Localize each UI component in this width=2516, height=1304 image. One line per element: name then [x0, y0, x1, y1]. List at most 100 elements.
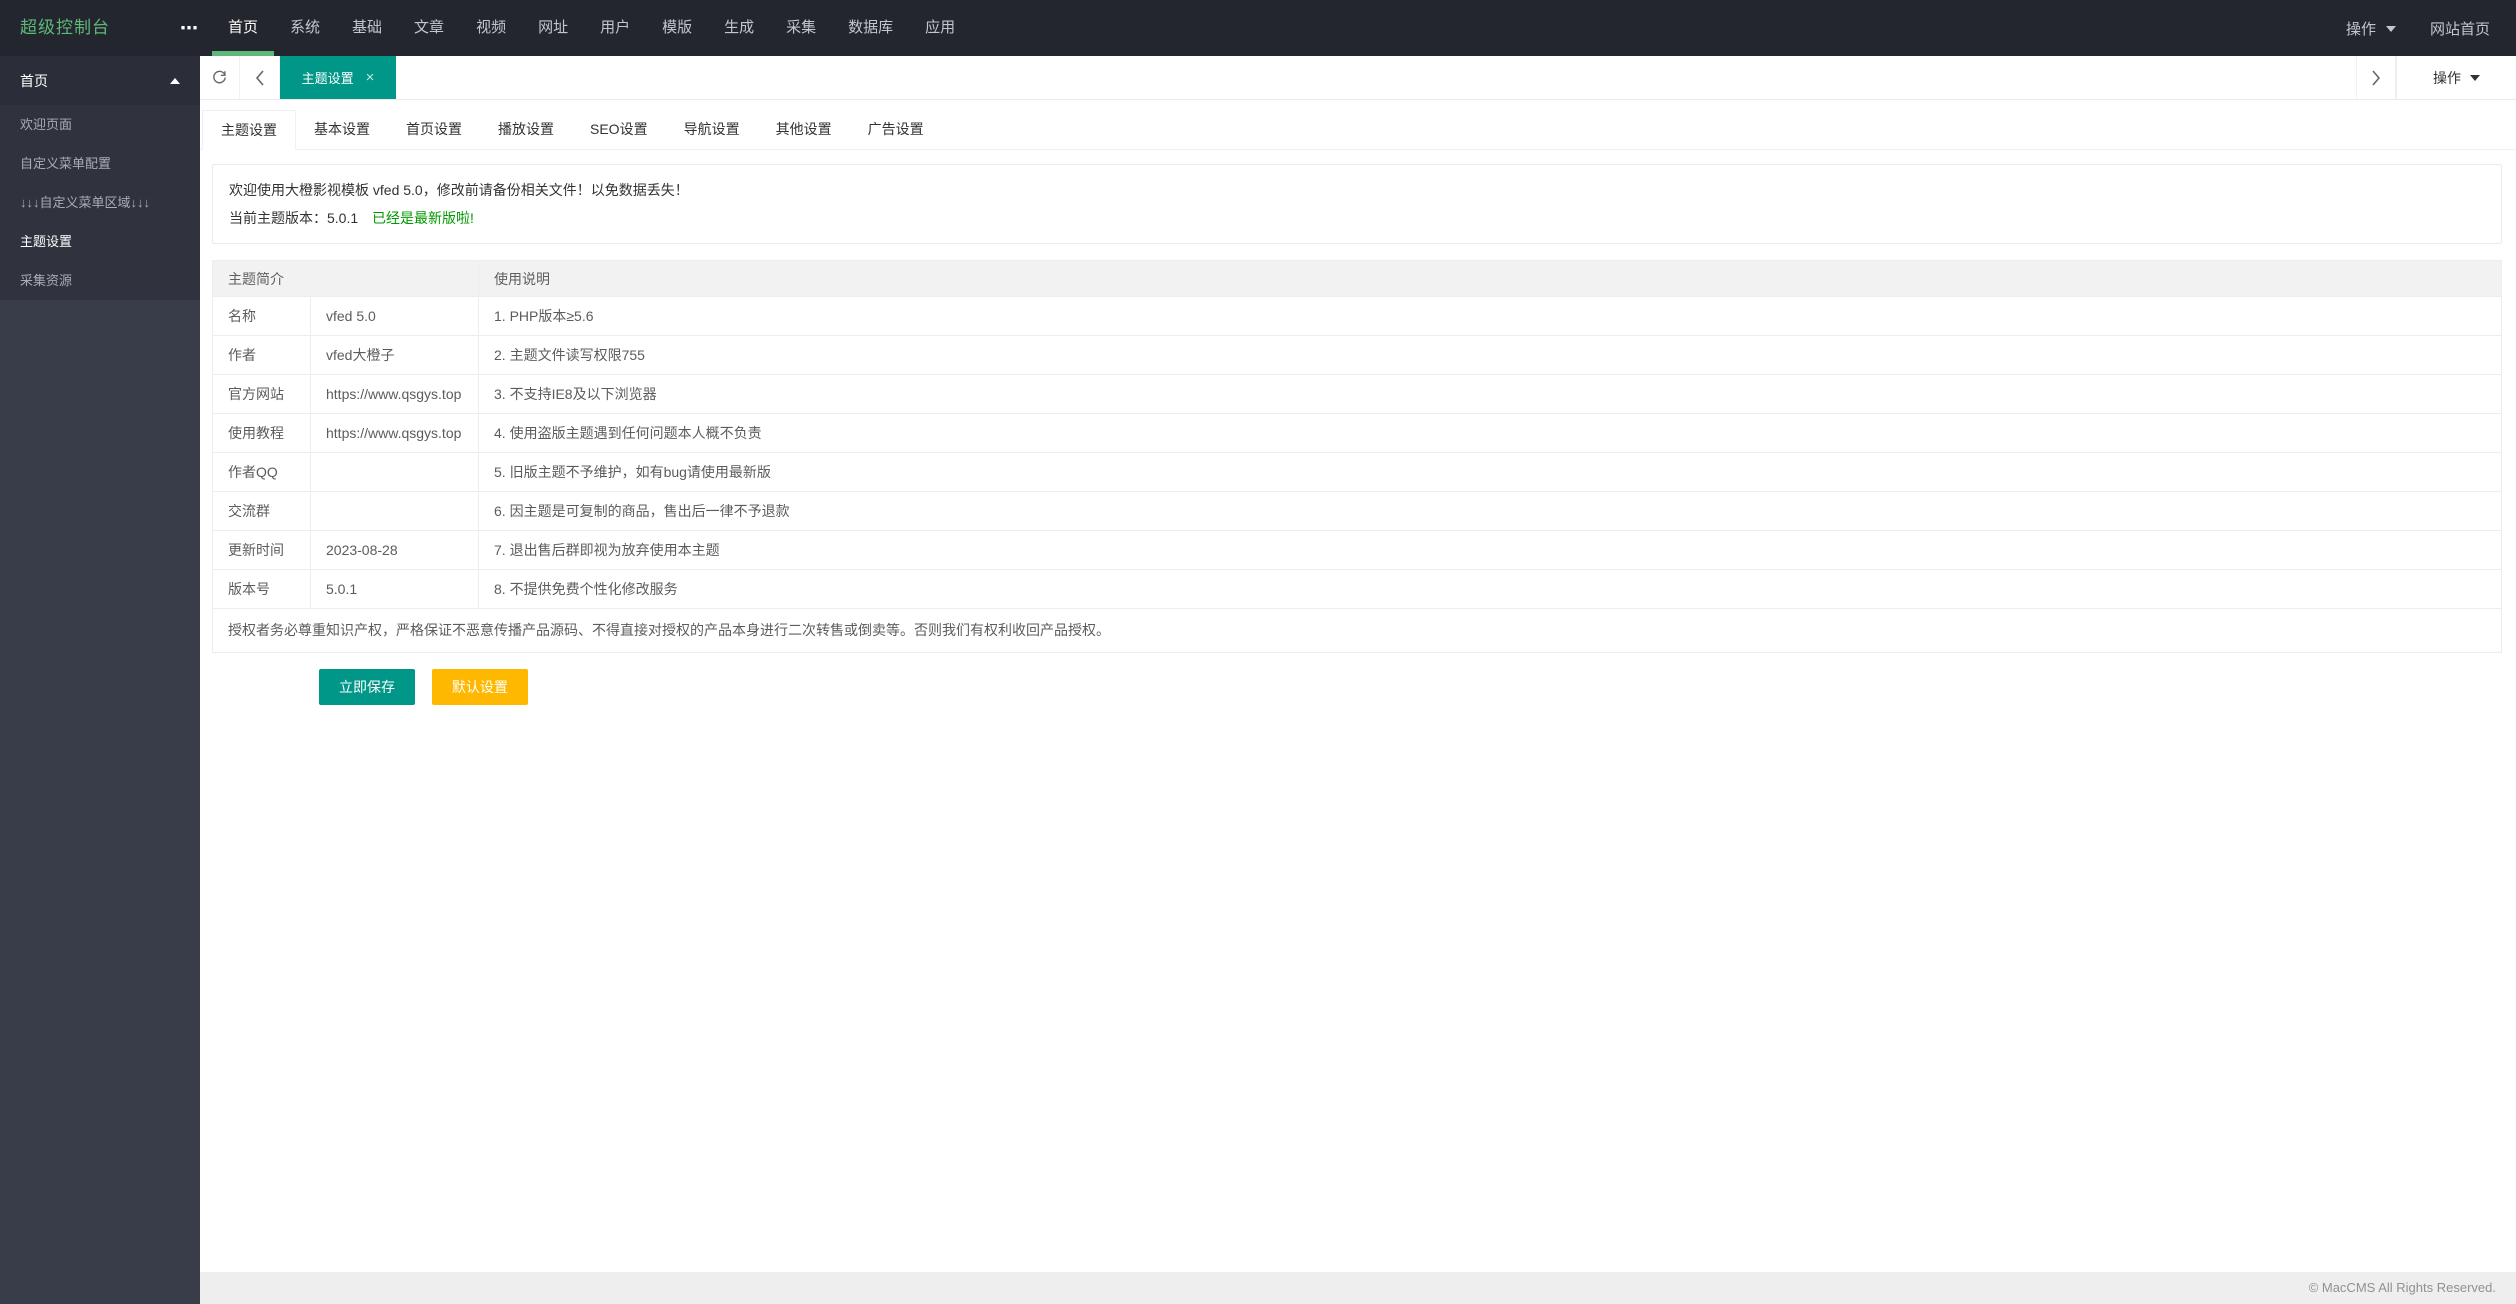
row-label: 更新时间 — [212, 530, 311, 570]
header-action-dropdown[interactable]: 操作 — [2346, 18, 2396, 39]
settings-tab[interactable]: 主题设置 — [202, 110, 296, 150]
default-settings-button[interactable]: 默认设置 — [431, 669, 528, 705]
topnav-item[interactable]: 模版 — [646, 0, 708, 56]
chevron-left-icon — [255, 69, 264, 86]
theme-intro-table: 主题简介 使用说明 名称 vfed 5.0 1. PHP版本≥5.6 作者 vf… — [212, 260, 2502, 653]
settings-tab[interactable]: 首页设置 — [388, 110, 480, 149]
chevron-up-icon — [170, 73, 180, 84]
row-label: 版本号 — [212, 569, 311, 609]
alert-latest-badge: 已经是最新版啦! — [372, 210, 474, 226]
table-row: 版本号 5.0.1 8. 不提供免费个性化修改服务 — [212, 569, 2502, 609]
sidebar-group-home[interactable]: 首页 — [0, 56, 200, 105]
sidebar-item[interactable]: 自定义菜单配置 — [0, 144, 200, 183]
chevron-down-icon — [2385, 25, 2396, 37]
page-footer: © MacCMS All Rights Reserved. — [200, 1272, 2516, 1304]
sidebar-items: 欢迎页面 自定义菜单配置 ↓↓↓自定义菜单区域↓↓↓ 主题设置 采集资源 — [0, 105, 200, 300]
top-nav: 首页 系统 基础 文章 视频 网址 用户 模版 生成 采集 数据库 应用 — [212, 0, 971, 56]
row-label: 作者 — [212, 335, 311, 375]
column-header-intro: 主题简介 — [212, 260, 479, 297]
open-tab-theme-settings[interactable]: 主题设置 × — [280, 56, 396, 99]
table-row: 作者 vfed大橙子 2. 主题文件读写权限755 — [212, 335, 2502, 375]
topnav-item[interactable]: 生成 — [708, 0, 770, 56]
table-row: 交流群 6. 因主题是可复制的商品，售出后一律不予退款 — [212, 491, 2502, 531]
topnav-item[interactable]: 文章 — [398, 0, 460, 56]
main-area: 主题设置 × 操作 主题设置 基本设置 首页设置 播放设置 SEO设置 导航设置 其他设置广… — [200, 56, 2516, 1304]
settings-tab[interactable]: 其他设置 — [758, 110, 850, 149]
table-header-row: 主题简介 使用说明 — [212, 260, 2502, 297]
row-note: 1. PHP版本≥5.6 — [478, 296, 2502, 336]
sidebar-item[interactable]: 采集资源 — [0, 261, 200, 300]
open-tab-label: 主题设置 — [301, 71, 354, 86]
tab-close-icon[interactable]: × — [366, 70, 375, 85]
row-label: 使用教程 — [212, 413, 311, 453]
row-value — [310, 452, 479, 492]
row-label: 交流群 — [212, 491, 311, 531]
table-row: 名称 vfed 5.0 1. PHP版本≥5.6 — [212, 296, 2502, 336]
table-row: 官方网站 https://www.qsgys.top 3. 不支持IE8及以下浏… — [212, 374, 2502, 414]
settings-tab[interactable]: 播放设置 — [480, 110, 572, 149]
row-value — [310, 491, 479, 531]
column-header-usage: 使用说明 — [478, 260, 2502, 297]
row-note: 3. 不支持IE8及以下浏览器 — [478, 374, 2502, 414]
row-label: 官方网站 — [212, 374, 311, 414]
top-header: 超级控制台 ⋯ 首页 系统 基础 文章 视频 网址 用户 模版 生成 采集 数据库 应用 操作 网站首… — [0, 0, 2516, 56]
settings-tab[interactable]: 基本设置 — [296, 110, 388, 149]
header-right: 操作 网站首页 — [2346, 0, 2516, 56]
chevron-down-icon — [2470, 75, 2480, 86]
license-note-row: 授权者务必尊重知识产权，严格保证不恶意传播产品源码、不得直接对授权的产品本身进行… — [212, 608, 2502, 653]
alert-line1: 欢迎使用大橙影视模板 vfed 5.0，修改前请备份相关文件！以免数据丢失！ — [229, 182, 689, 198]
table-row: 使用教程 https://www.qsgys.top 4. 使用盗版主题遇到任何… — [212, 413, 2502, 453]
table-row: 更新时间 2023-08-28 7. 退出售后群即视为放弃使用本主题 — [212, 530, 2502, 570]
topnav-item[interactable]: 数据库 — [832, 0, 909, 56]
copyright-text: © MacCMS All Rights Reserved. — [2308, 1280, 2496, 1295]
row-label: 作者QQ — [212, 452, 311, 492]
tabstrip-spacer — [396, 56, 2356, 99]
refresh-icon — [213, 70, 226, 84]
tab-action-label: 操作 — [2433, 69, 2461, 86]
license-note: 授权者务必尊重知识产权，严格保证不恶意传播产品源码、不得直接对授权的产品本身进行… — [212, 608, 2502, 653]
topnav-item[interactable]: 采集 — [770, 0, 832, 56]
row-value: vfed大橙子 — [310, 335, 479, 375]
settings-tab[interactable]: 导航设置 — [666, 110, 758, 149]
refresh-button[interactable] — [200, 56, 240, 99]
tab-action-dropdown[interactable]: 操作 — [2396, 56, 2516, 99]
site-home-link[interactable]: 网站首页 — [2430, 18, 2490, 39]
table-row: 作者QQ 5. 旧版主题不予维护，如有bug请使用最新版 — [212, 452, 2502, 492]
sidebar-item[interactable]: 欢迎页面 — [0, 105, 200, 144]
row-note: 4. 使用盗版主题遇到任何问题本人概不负责 — [478, 413, 2502, 453]
topnav-item[interactable]: 用户 — [584, 0, 646, 56]
row-note: 8. 不提供免费个性化修改服务 — [478, 569, 2502, 609]
topnav-item[interactable]: 应用 — [909, 0, 971, 56]
header-action-label: 操作 — [2345, 20, 2376, 38]
content: 主题设置 基本设置 首页设置 播放设置 SEO设置 导航设置 其他设置 广告设置 欢迎使用大橙… — [200, 100, 2516, 1272]
sidebar-group-label: 首页 — [20, 72, 48, 89]
settings-tab[interactable]: SEO设置 — [572, 110, 666, 149]
topnav-item[interactable]: 网址 — [522, 0, 584, 56]
topnav-item[interactable]: 首页 — [212, 0, 275, 56]
more-menu-button[interactable]: ⋯ — [168, 0, 212, 56]
alert-version-text: 当前主题版本：5.0.1 — [229, 210, 359, 226]
row-note: 7. 退出售后群即视为放弃使用本主题 — [478, 530, 2502, 570]
row-value: 2023-08-28 — [310, 530, 479, 570]
topnav-item[interactable]: 系统 — [274, 0, 336, 56]
topnav-item[interactable]: 基础 — [336, 0, 398, 56]
save-button[interactable]: 立即保存 — [319, 669, 415, 705]
row-note: 6. 因主题是可复制的商品，售出后一律不予退款 — [478, 491, 2502, 531]
next-tab-button[interactable] — [2356, 56, 2396, 99]
row-note: 2. 主题文件读写权限755 — [478, 335, 2502, 375]
topnav-item[interactable]: 视频 — [460, 0, 522, 56]
chevron-right-icon — [2372, 69, 2381, 86]
row-value: https://www.qsgys.top — [310, 413, 479, 453]
settings-tabs: 主题设置 基本设置 首页设置 播放设置 SEO设置 导航设置 其他设置 广告设置 — [200, 110, 2516, 150]
row-value: 5.0.1 — [310, 569, 479, 609]
row-value: https://www.qsgys.top — [310, 374, 479, 414]
row-label: 名称 — [212, 296, 311, 336]
sidebar-item[interactable]: ↓↓↓自定义菜单区域↓↓↓ — [0, 183, 200, 222]
settings-tab[interactable]: 广告设置 — [850, 110, 942, 149]
row-value: vfed 5.0 — [310, 296, 479, 336]
prev-tab-button[interactable] — [240, 56, 280, 99]
app-logo: 超级控制台 — [20, 18, 110, 37]
sidebar-item[interactable]: 主题设置 — [0, 222, 200, 261]
alert-line2: 当前主题版本：5.0.1 已经是最新版啦! — [229, 204, 2485, 232]
sidebar: 首页 欢迎页面 自定义菜单配置 ↓↓↓自定义菜单区域↓↓↓ 主题设置 采集资源 — [0, 56, 200, 1304]
